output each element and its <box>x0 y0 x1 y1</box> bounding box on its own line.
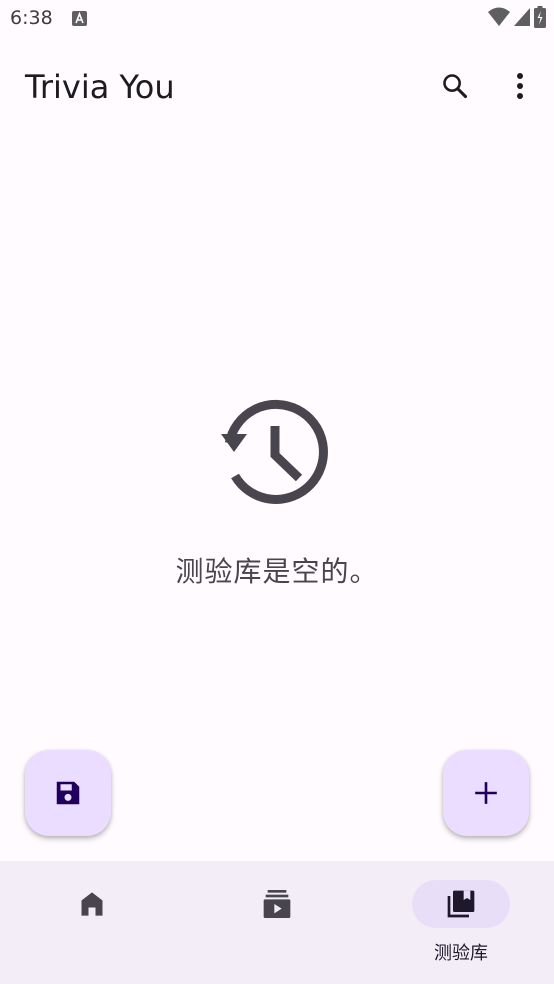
home-icon <box>81 892 103 916</box>
search-button[interactable] <box>431 62 479 110</box>
empty-state: 测验库是空的。 <box>0 394 554 590</box>
nav-indicator-active <box>412 880 510 928</box>
nav-item-home[interactable] <box>0 861 184 984</box>
empty-message: 测验库是空的。 <box>175 555 379 588</box>
more-options-button[interactable] <box>496 62 544 110</box>
history-icon <box>221 399 328 504</box>
play-collection-icon <box>263 890 291 918</box>
cell-signal-icon <box>514 8 530 30</box>
nav-indicator <box>228 880 326 928</box>
nav-item-library[interactable]: 测验库 <box>369 861 553 984</box>
search-icon <box>443 74 468 99</box>
nav-item-play[interactable] <box>185 861 369 984</box>
nav-indicator <box>43 880 141 928</box>
library-icon <box>447 890 475 918</box>
add-fab[interactable] <box>443 750 529 836</box>
more-vert-icon <box>517 73 523 99</box>
save-icon <box>56 781 80 805</box>
notification-icon <box>72 11 87 26</box>
save-fab[interactable] <box>25 750 111 836</box>
add-icon <box>475 782 497 804</box>
app-title: Trivia You <box>25 68 175 106</box>
status-time: 6:38 <box>10 7 53 29</box>
battery-icon <box>534 6 546 32</box>
bottom-navigation: 测验库 <box>0 861 554 984</box>
top-app-bar: Trivia You <box>0 50 554 126</box>
wifi-icon <box>488 7 510 31</box>
status-bar: 6:38 <box>0 0 554 38</box>
nav-label-library: 测验库 <box>434 943 488 964</box>
status-icons <box>488 6 546 32</box>
